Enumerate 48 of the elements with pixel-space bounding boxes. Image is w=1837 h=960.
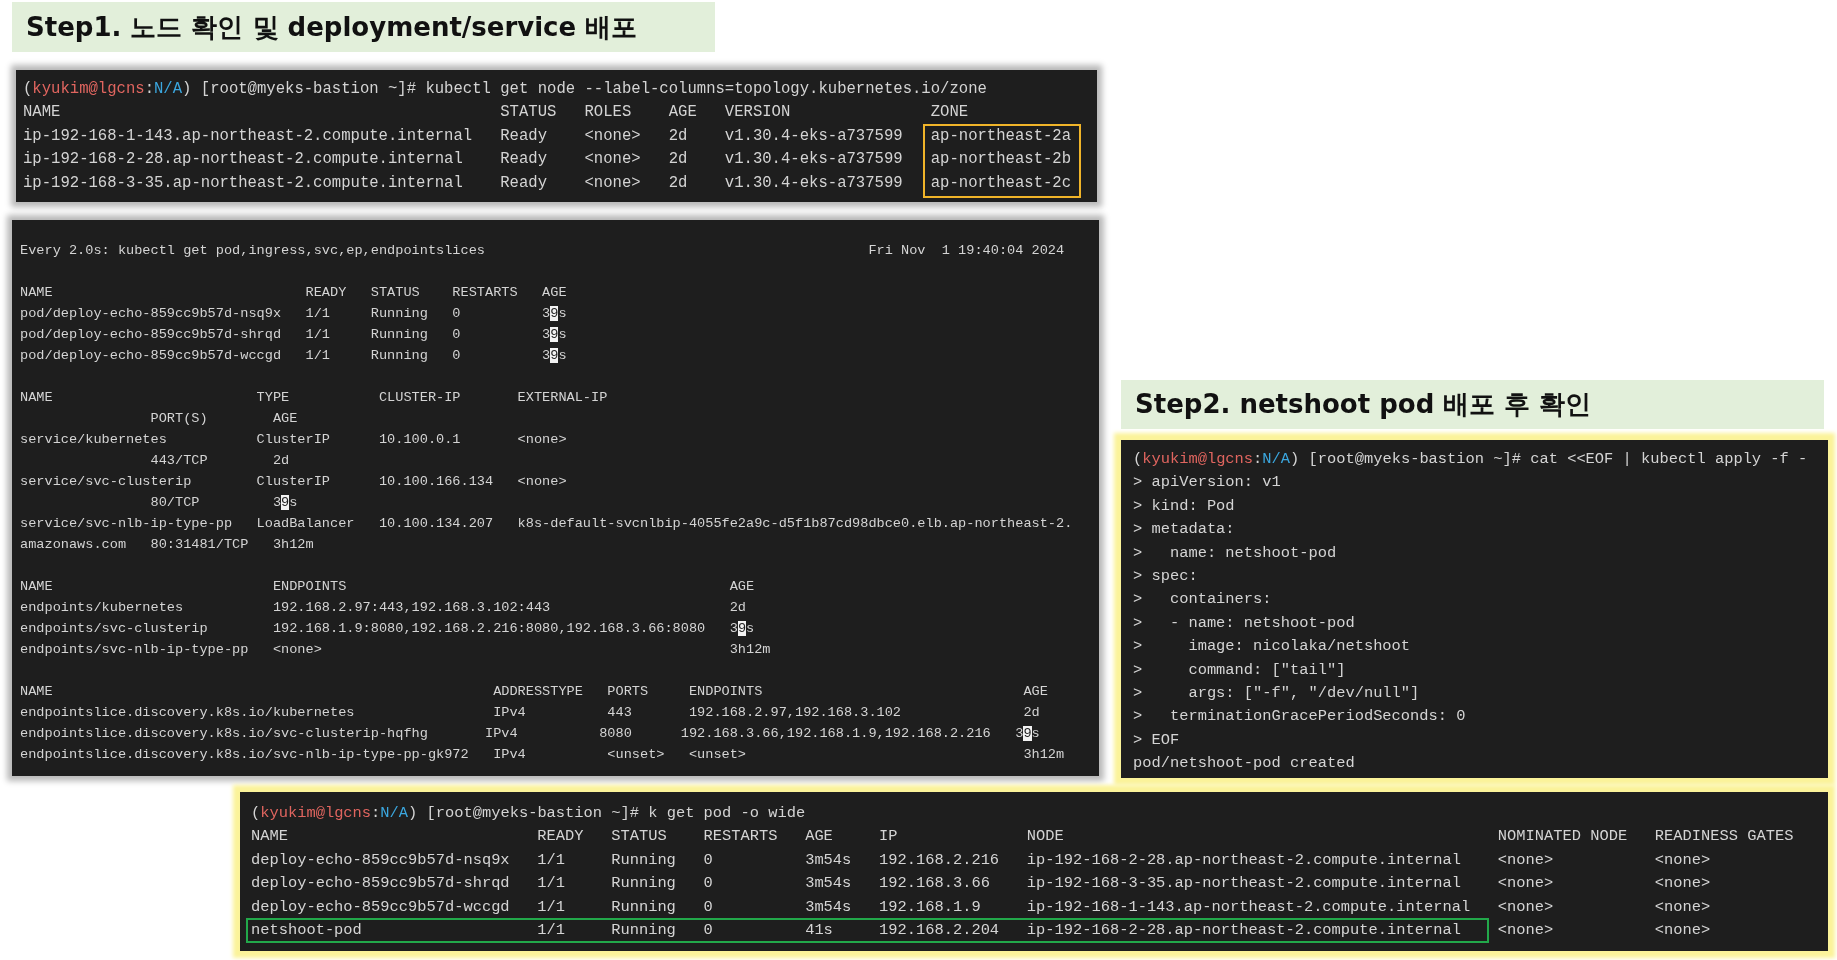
step-title: Step2. netshoot pod 배포 후 확인	[1121, 380, 1824, 429]
prompt-line: (kyukim@lgcns:N/A) [root@myeks-bastion ~]# cat <<EOF | kubectl apply -f -	[1133, 449, 1808, 470]
output-line: NAME TYPE CLUSTER-IP EXTERNAL-IP	[20, 389, 608, 407]
output-line: endpointslice.discovery.k8s.io/kubernetes IPv4 443 192.168.2.97,192.168.3.102 2d	[20, 704, 1040, 722]
prompt-line: (kyukim@lgcns:N/A) [root@myeks-bastion ~]# kubectl get node --label-columns=topology.kubernetes.io/zone	[23, 79, 987, 100]
output-line: > kind: Pod	[1133, 495, 1235, 517]
output-line: > name: netshoot-pod	[1133, 542, 1337, 564]
output-line: netshoot-pod 1/1 Running 0 41s 192.168.2.204 ip-192-168-2-28.ap-northeast-2.compute.internal <none> <none>	[251, 919, 1711, 941]
output-line: pod/netshoot-pod created	[1133, 753, 1355, 775]
output-line: > metadata:	[1133, 519, 1235, 541]
output-line: > - name: netshoot-pod	[1133, 612, 1355, 634]
output-line: ip-192-168-3-35.ap-northeast-2.compute.internal Ready <none> 2d v1.30.4-eks-a737599 ap-northeast-2c	[23, 172, 1072, 194]
output-line: service/svc-nlb-ip-type-pp LoadBalancer 10.100.134.207 k8s-default-svcnlbip-4055fe2a9c-d5f1b87cd98dbce0.elb.ap-northeast-2.	[20, 515, 1073, 533]
output-line: deploy-echo-859cc9b57d-shrqd 1/1 Running 0 3m54s 192.168.3.66 ip-192-168-3-35.ap-northeast-2.compute.internal <none> <none>	[251, 873, 1711, 895]
output-line: PORT(S) AGE	[149, 410, 298, 428]
output-line: > apiVersion: v1	[1133, 472, 1281, 494]
output-line: NAME READY STATUS RESTARTS AGE IP NODE NOMINATED NODE READINESS GATES	[251, 826, 1794, 848]
step-title: Step1. 노드 확인 및 deployment/service 배포	[12, 2, 715, 52]
output-line: > command: ["tail"]	[1133, 659, 1346, 681]
output-line: endpointslice.discovery.k8s.io/svc-clusterip-hqfhg IPv4 8080 192.168.3.66,192.168.1.9,192.168.2.216 39s	[20, 725, 1040, 743]
output-line: endpointslice.discovery.k8s.io/svc-nlb-ip-type-pp-gk972 IPv4 <unset> <unset> 3h12m	[20, 746, 1065, 764]
output-line: ip-192-168-1-143.ap-northeast-2.compute.internal Ready <none> 2d v1.30.4-eks-a737599 ap-northeast-2a	[23, 125, 1072, 147]
output-line: > terminationGracePeriodSeconds: 0	[1133, 706, 1466, 728]
output-line: deploy-echo-859cc9b57d-wccgd 1/1 Running 0 3m54s 192.168.1.9 ip-192-168-1-143.ap-northeast-2.compute.internal <none> <none>	[251, 896, 1711, 918]
output-line: deploy-echo-859cc9b57d-nsq9x 1/1 Running 0 3m54s 192.168.2.216 ip-192-168-2-28.ap-northeast-2.compute.internal <none> <none>	[251, 849, 1711, 871]
prompt-line: (kyukim@lgcns:N/A) [root@myeks-bastion ~]# k get pod -o wide	[251, 803, 806, 824]
output-line: > args: ["-f", "/dev/null"]	[1133, 682, 1420, 704]
output-line: > spec:	[1133, 565, 1198, 587]
output-line: pod/deploy-echo-859cc9b57d-wccgd 1/1 Running 0 39s	[20, 347, 567, 365]
output-line: NAME ADDRESSTYPE PORTS ENDPOINTS AGE	[20, 683, 1048, 701]
output-line: NAME ENDPOINTS AGE	[20, 578, 755, 596]
output-line: Every 2.0s: kubectl get pod,ingress,svc,ep,endpointslices Fri Nov 1 19:40:04 2024	[20, 242, 1065, 260]
output-line: > image: nicolaka/netshoot	[1133, 636, 1411, 658]
output-line: pod/deploy-echo-859cc9b57d-shrqd 1/1 Running 0 39s	[20, 326, 567, 344]
output-line: endpoints/kubernetes 192.168.2.97:443,192.168.3.102:443 2d	[20, 599, 747, 617]
output-line: 80/TCP 39s	[149, 494, 298, 512]
output-line: endpoints/svc-nlb-ip-type-pp <none> 3h12m	[20, 641, 771, 659]
output-line: NAME STATUS ROLES AGE VERSION ZONE	[23, 102, 969, 124]
output-line: pod/deploy-echo-859cc9b57d-nsq9x 1/1 Running 0 39s	[20, 305, 567, 323]
output-line: > containers:	[1133, 589, 1272, 611]
output-line: NAME READY STATUS RESTARTS AGE	[20, 284, 567, 302]
output-line: 443/TCP 2d	[149, 452, 290, 470]
output-line: ip-192-168-2-28.ap-northeast-2.compute.internal Ready <none> 2d v1.30.4-eks-a737599 ap-northeast-2b	[23, 149, 1072, 171]
output-line: service/svc-clusterip ClusterIP 10.100.166.134 <none>	[20, 473, 567, 491]
output-line: > EOF	[1133, 729, 1180, 751]
output-line: endpoints/svc-clusterip 192.168.1.9:8080,192.168.2.216:8080,192.168.3.66:8080 39s	[20, 620, 755, 638]
output-line: amazonaws.com 80:31481/TCP 3h12m	[20, 536, 314, 554]
output-line: service/kubernetes ClusterIP 10.100.0.1 <none>	[20, 431, 567, 449]
